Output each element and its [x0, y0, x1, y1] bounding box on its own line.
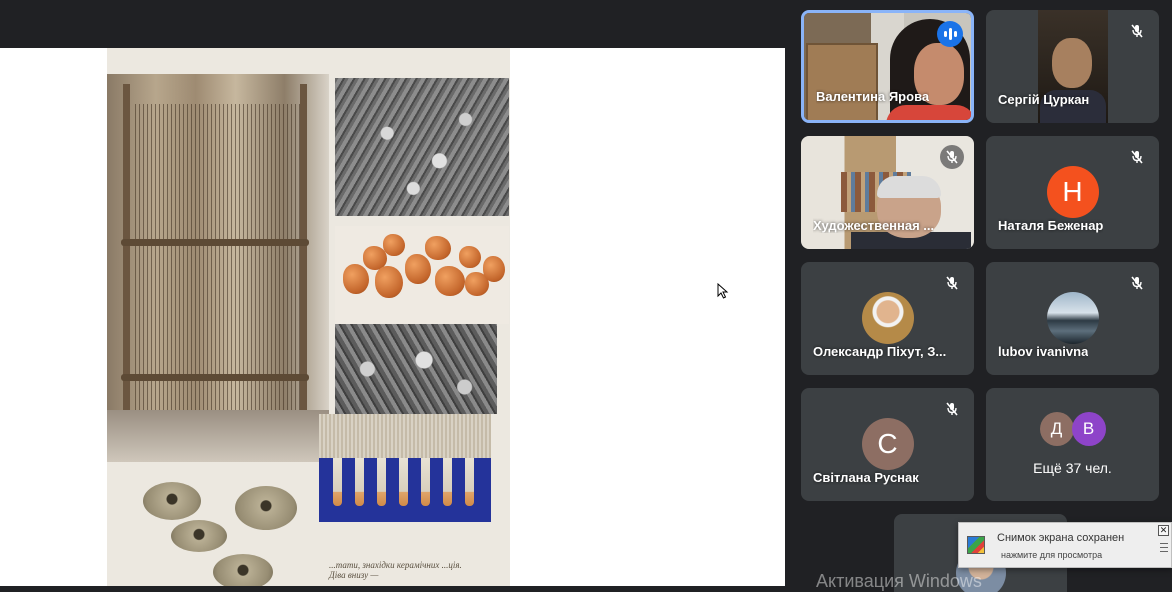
clay-weight [405, 254, 431, 284]
mic-off-icon [940, 397, 964, 421]
clay-weight [383, 234, 405, 256]
tassel [443, 458, 452, 506]
mic-off-icon [1125, 19, 1149, 43]
participant-name: Наталя Беженар [998, 218, 1104, 233]
presentation-area: ...тати, знахідки керамічних ...ція. Дів… [0, 48, 785, 586]
participant-tile-khudozh[interactable]: Художественная ... [801, 136, 974, 249]
page-caption: ...тати, знахідки керамічних ...ція. Дів… [329, 560, 462, 580]
notification-subtitle: нажмите для просмотра [1001, 550, 1103, 560]
avatar: С [861, 418, 914, 470]
spindle-whorl [143, 482, 201, 520]
avatar: Д [1039, 412, 1074, 446]
clay-weight [459, 246, 481, 268]
tassel [355, 458, 364, 506]
avatar: В [1071, 412, 1106, 446]
spindle-whorl [171, 520, 227, 552]
close-icon[interactable]: ✕ [1158, 525, 1169, 536]
mouse-cursor-icon [717, 283, 729, 299]
more-avatars: Д В [1039, 412, 1106, 446]
participant-tile-valentyna[interactable]: Валентина Ярова [801, 10, 974, 123]
mic-off-icon [1125, 145, 1149, 169]
video-background-door [806, 43, 878, 120]
presented-book-page: ...тати, знахідки керамічних ...ція. Дів… [107, 48, 510, 586]
screenshot-notification[interactable]: Снимок экрана сохранен нажмите для просм… [958, 522, 1172, 568]
loom-warp-threads [135, 104, 301, 412]
mic-off-icon [940, 145, 964, 169]
loom-photo [107, 74, 329, 462]
participant-tile-svitlana[interactable]: С Світлана Руснак [801, 388, 974, 501]
loom-beam [121, 239, 309, 246]
loom-weights-photo-2 [335, 324, 497, 414]
participant-name: Світлана Руснак [813, 470, 919, 485]
participant-name: Сергій Цуркан [998, 92, 1090, 107]
speaking-icon [937, 21, 963, 47]
mic-off-icon [940, 271, 964, 295]
participant-tile-oleksandr[interactable]: Олександр Піхут, З... [801, 262, 974, 375]
mic-off-icon [1125, 271, 1149, 295]
loom-beam [121, 374, 309, 381]
spindle-whorls-photo [107, 462, 319, 586]
image-icon [967, 536, 985, 554]
clay-weight [343, 264, 369, 294]
windows-activation-watermark: Активация Windows [816, 571, 982, 591]
spindle-whorl [213, 554, 273, 586]
clay-weights-photo [335, 226, 509, 324]
participant-tile-liubov[interactable]: lubov ivanivna [986, 262, 1159, 375]
participant-tile-natalia[interactable]: Н Наталя Беженар [986, 136, 1159, 249]
menu-icon[interactable] [1160, 543, 1168, 552]
warp-threads-photo [319, 414, 491, 522]
participant-name: Валентина Ярова [816, 89, 930, 104]
video-person-hair [877, 176, 941, 198]
spindle-whorl [235, 486, 297, 530]
loom-floor [107, 410, 329, 462]
avatar: Н [1046, 166, 1099, 218]
tassel [421, 458, 430, 506]
video-person-shirt [886, 105, 971, 120]
tassel [377, 458, 386, 506]
avatar [1046, 292, 1099, 344]
avatar [861, 292, 914, 344]
tassel [333, 458, 342, 506]
more-participants-label: Ещё 37 чел. [1033, 460, 1112, 476]
clay-weight [375, 266, 403, 298]
loom-weights-photo-1 [335, 78, 509, 216]
clay-weight [483, 256, 505, 282]
tassel [399, 458, 408, 506]
notification-title: Снимок экрана сохранен [997, 532, 1125, 544]
clay-weight [435, 266, 465, 296]
more-participants-tile[interactable]: Д В Ещё 37 чел. [986, 388, 1159, 501]
video-person-face [1052, 38, 1092, 88]
tassel [465, 458, 474, 506]
clay-weight [425, 236, 451, 260]
participant-name: lubov ivanivna [998, 344, 1089, 359]
participant-name: Олександр Піхут, З... [813, 344, 947, 359]
participant-name: Художественная ... [813, 218, 935, 233]
participant-tile-serhii[interactable]: Сергій Цуркан [986, 10, 1159, 123]
woven-cloth [319, 414, 491, 458]
